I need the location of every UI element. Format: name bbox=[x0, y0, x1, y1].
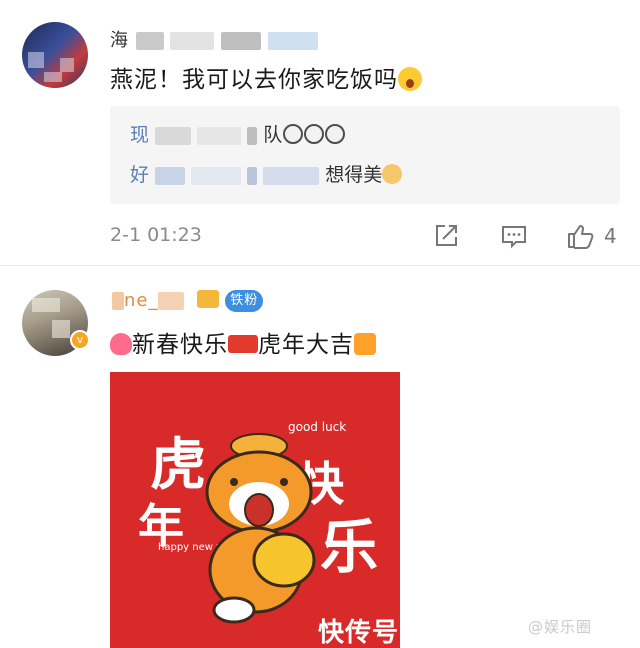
watermark-right: @娱乐圈 bbox=[528, 618, 593, 636]
comment-button[interactable] bbox=[500, 222, 528, 250]
pixelated-name bbox=[191, 166, 242, 185]
pixelated-name bbox=[155, 126, 192, 145]
pixelated-name bbox=[155, 166, 186, 185]
reply-username[interactable]: 现 bbox=[130, 124, 149, 146]
reply-item[interactable]: 好 想得美 bbox=[130, 160, 403, 187]
husky-dog-icon bbox=[283, 124, 304, 144]
timestamp: 2-1 01:23 bbox=[110, 224, 202, 246]
username-visible-text: 海 bbox=[110, 30, 129, 51]
wow-face-icon bbox=[398, 67, 422, 91]
heart-icon bbox=[110, 333, 132, 355]
pixelated-name bbox=[197, 126, 242, 145]
pixelated-name bbox=[170, 32, 215, 50]
fan-crown-icon bbox=[197, 290, 220, 308]
year-2022-icon bbox=[228, 335, 258, 353]
avatar[interactable] bbox=[22, 22, 88, 88]
gift-icon bbox=[354, 333, 376, 355]
comment-icon bbox=[502, 226, 526, 249]
username-visible-text: ne_ bbox=[124, 290, 159, 311]
fan-badge[interactable]: 铁粉 bbox=[225, 290, 264, 312]
reply-text: 想得美 bbox=[325, 164, 383, 186]
tiger-mascot-icon bbox=[205, 433, 316, 624]
username[interactable]: 海 bbox=[110, 26, 318, 52]
pixelated-name bbox=[263, 166, 320, 185]
reply-box[interactable]: 现 队 好 想得美 bbox=[110, 106, 620, 204]
username[interactable]: ne_ 铁粉 bbox=[112, 290, 264, 312]
like-button[interactable]: 4 bbox=[566, 222, 617, 250]
share-button[interactable] bbox=[432, 222, 460, 250]
reply-item[interactable]: 现 队 bbox=[130, 120, 346, 147]
pixelated-name bbox=[221, 32, 262, 50]
like-count: 4 bbox=[604, 224, 617, 248]
comment-text: 新春快乐 虎年大吉 bbox=[110, 325, 376, 359]
reply-username[interactable]: 好 bbox=[130, 164, 149, 186]
husky-dog-icon bbox=[325, 124, 346, 144]
pixelated-name bbox=[135, 32, 164, 50]
reply-text: 队 bbox=[263, 124, 283, 146]
pixelated-name bbox=[267, 32, 318, 50]
comment-item: 海 燕泥！我可以去你家吃饭吗 现 队 好 想得美 2-1 01:23 4 bbox=[0, 0, 640, 265]
watermark-left: 快传号 bbox=[318, 618, 400, 648]
doge-icon bbox=[382, 164, 403, 184]
husky-dog-icon bbox=[304, 124, 325, 144]
thumbs-up-icon bbox=[568, 225, 594, 249]
poster-char-le: 乐 bbox=[320, 513, 379, 581]
share-icon bbox=[436, 225, 457, 246]
comment-text: 燕泥！我可以去你家吃饭吗 bbox=[110, 60, 422, 94]
pixelated-name bbox=[158, 292, 185, 310]
tiger-new-year-image[interactable]: 虎 年 快 乐 good luck happy new year bbox=[110, 372, 400, 648]
pixelated-name bbox=[247, 126, 258, 145]
pixelated-name bbox=[112, 292, 124, 310]
pixelated-name bbox=[247, 166, 258, 185]
